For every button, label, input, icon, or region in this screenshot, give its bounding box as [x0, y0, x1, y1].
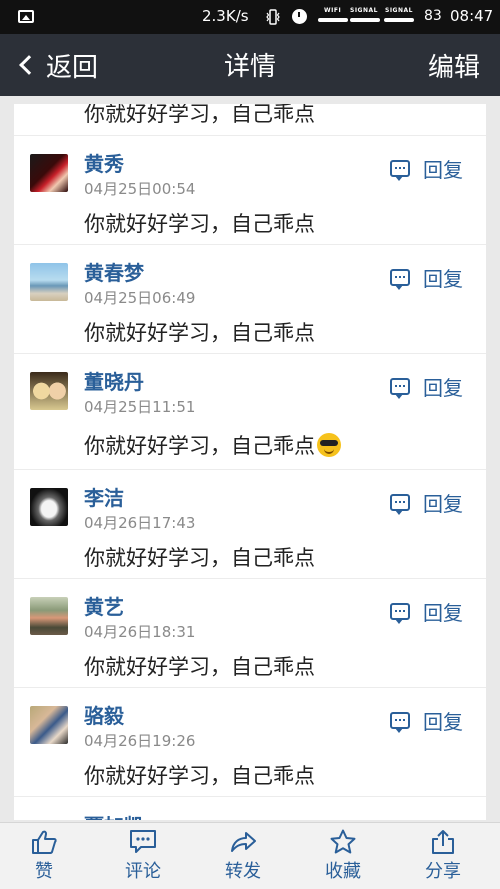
share-label: 分享 [425, 861, 461, 882]
reply-button[interactable]: 回复 [390, 597, 463, 626]
reply-label: 回复 [423, 376, 463, 400]
avatar[interactable] [30, 154, 68, 192]
clock: 08:47 [450, 7, 494, 25]
list-item: 骆毅 04月26日19:26 你就好好学习，自己乖点 回复 [14, 688, 486, 796]
net-speed: 2.3K/s [202, 7, 249, 25]
comment-time: 04月26日18:31 [84, 623, 196, 641]
reply-icon [390, 712, 410, 733]
comment-text: 你就好好学习，自己乖点 [84, 430, 341, 460]
signal-bar-1 [350, 18, 380, 22]
reply-label: 回复 [423, 267, 463, 291]
comment-time: 04月26日19:26 [84, 732, 196, 750]
signal-label-1: SIGNAL [350, 7, 378, 14]
list-item: 黄艺 04月26日18:31 你就好好学习，自己乖点 回复 [14, 579, 486, 687]
forward-icon [231, 832, 256, 852]
comment-time: 04月25日11:51 [84, 398, 196, 416]
commenter-name[interactable]: 黄春梦 [84, 257, 144, 286]
avatar[interactable] [30, 263, 68, 301]
image-icon [18, 10, 34, 23]
comment-text: 你就好好学习，自己乖点 [84, 764, 315, 788]
back-chevron-icon [19, 55, 39, 75]
back-button[interactable]: 返回 [16, 47, 98, 83]
share-icon [432, 830, 454, 854]
back-label: 返回 [46, 52, 99, 83]
comment-text: 你就好好学习，自己乖点 [84, 321, 315, 345]
comment-time: 04月25日06:49 [84, 289, 196, 307]
comment-text: 你就好好学习，自己乖点 [84, 655, 315, 679]
reply-button[interactable]: 回复 [390, 154, 463, 183]
edit-button[interactable]: 编辑 [428, 47, 480, 84]
reply-icon [390, 269, 410, 290]
avatar[interactable] [30, 372, 68, 410]
commenter-name[interactable]: 董晓丹 [84, 366, 144, 395]
forward-button[interactable]: 转发 [203, 829, 283, 883]
avatar[interactable] [30, 706, 68, 744]
avatar[interactable] [30, 488, 68, 526]
commenter-name[interactable]: 黄秀 [84, 148, 124, 177]
comment-text-value: 你就好好学习，自己乖点 [84, 434, 315, 458]
divider [14, 796, 486, 797]
list-item: 李洁 04月26日17:43 你就好好学习，自己乖点 回复 [14, 470, 486, 578]
reply-icon [390, 494, 410, 515]
like-button[interactable]: 赞 [4, 829, 84, 883]
alarm-icon [292, 9, 307, 24]
signal-bar-2 [384, 18, 414, 22]
partial-comment-text: 你就好好学习，自己乖点 [84, 104, 315, 126]
favorite-label: 收藏 [325, 861, 361, 882]
signal-label-2: SIGNAL [385, 7, 413, 14]
reply-button[interactable]: 回复 [390, 372, 463, 401]
reply-button[interactable]: 回复 [390, 706, 463, 735]
reply-label: 回复 [423, 158, 463, 182]
avatar[interactable] [30, 597, 68, 635]
sunglasses-emoji-icon [317, 433, 341, 457]
reply-label: 回复 [423, 601, 463, 625]
list-item: 黄秀 04月25日00:54 你就好好学习，自己乖点 回复 [14, 136, 486, 244]
reply-label: 回复 [423, 710, 463, 734]
nav-bar: 返回 详情 编辑 [0, 34, 500, 96]
bottom-toolbar: 赞 评论 转发 收藏 分享 [0, 822, 500, 889]
share-button[interactable]: 分享 [403, 829, 483, 883]
status-bar: 2.3K/s WIFI SIGNAL SIGNAL 83 08:47 [0, 0, 500, 34]
wifi-label: WIFI [324, 7, 342, 14]
comment-text: 你就好好学习，自己乖点 [84, 546, 315, 570]
partial-commenter-name: 覃加凯 [84, 810, 144, 820]
comment-text: 你就好好学习，自己乖点 [84, 212, 315, 236]
reply-button[interactable]: 回复 [390, 263, 463, 292]
comment-icon [130, 830, 156, 853]
comment-label: 评论 [125, 861, 161, 882]
favorite-button[interactable]: 收藏 [303, 829, 383, 883]
battery-level: 83 [424, 8, 442, 24]
commenter-name[interactable]: 骆毅 [84, 700, 124, 729]
like-label: 赞 [35, 861, 53, 882]
forward-label: 转发 [225, 861, 261, 882]
list-item: 董晓丹 04月25日11:51 你就好好学习，自己乖点 回复 [14, 354, 486, 469]
comment-list: 你就好好学习，自己乖点 黄秀 04月25日00:54 你就好好学习，自己乖点 回… [14, 104, 486, 820]
reply-icon [390, 160, 410, 181]
reply-icon [390, 603, 410, 624]
reply-button[interactable]: 回复 [390, 488, 463, 517]
vibrate-icon [266, 9, 280, 25]
wifi-bar [318, 18, 348, 22]
list-item: 黄春梦 04月25日06:49 你就好好学习，自己乖点 回复 [14, 245, 486, 353]
thumbs-up-icon [32, 830, 57, 854]
star-icon [330, 829, 356, 854]
reply-label: 回复 [423, 492, 463, 516]
comment-time: 04月26日17:43 [84, 514, 196, 532]
reply-icon [390, 378, 410, 399]
commenter-name[interactable]: 李洁 [84, 482, 124, 511]
comment-button[interactable]: 评论 [103, 829, 183, 883]
comment-time: 04月25日00:54 [84, 180, 196, 198]
commenter-name[interactable]: 黄艺 [84, 591, 124, 620]
